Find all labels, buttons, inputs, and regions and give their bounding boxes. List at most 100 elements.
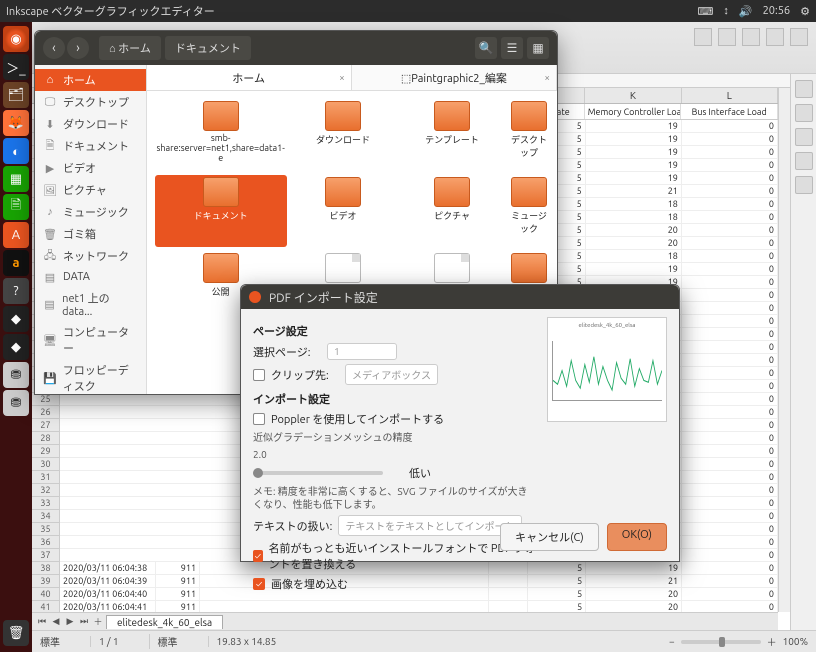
keyboard-icon[interactable]: ⌨ xyxy=(698,5,714,18)
sidebar-item[interactable]: ▤net1 上の data... xyxy=(35,287,146,321)
cell[interactable]: 0 xyxy=(682,406,778,418)
right-tool-icon[interactable] xyxy=(795,128,813,146)
clip-target-combo[interactable]: メディアボックス xyxy=(345,364,438,385)
zoom-in-icon[interactable]: ＋ xyxy=(767,634,777,649)
launcher-inkscape-icon[interactable]: ◆ xyxy=(3,306,29,332)
file-item[interactable]: デスクトップ xyxy=(509,99,549,171)
sheet-nav-prev-icon[interactable]: ◀ xyxy=(50,616,62,628)
row-header[interactable]: 28 xyxy=(32,432,59,445)
cell[interactable]: 0 xyxy=(682,393,778,405)
search-icon[interactable]: 🔍 xyxy=(475,37,497,59)
sidebar-item[interactable]: 🖵デスクトップ xyxy=(35,91,146,113)
sidebar-item[interactable]: 🖥コンピューター xyxy=(35,321,146,359)
cell[interactable]: 0 xyxy=(682,250,778,262)
sidebar-item[interactable]: 🖼ピクチャ xyxy=(35,179,146,201)
tab-home[interactable]: ホーム × xyxy=(147,65,352,90)
row-header[interactable]: 35 xyxy=(32,523,59,536)
cell[interactable]: 0 xyxy=(682,198,778,210)
row-header[interactable]: 30 xyxy=(32,458,59,471)
cell[interactable]: 0 xyxy=(682,120,778,132)
cell[interactable]: 0 xyxy=(682,146,778,158)
cell[interactable]: 18 xyxy=(586,211,682,223)
cell[interactable]: 0 xyxy=(682,159,778,171)
cell[interactable]: 0 xyxy=(682,224,778,236)
cell[interactable]: 20 xyxy=(586,224,682,236)
row-header[interactable]: 32 xyxy=(32,484,59,497)
cell[interactable]: 19 xyxy=(586,263,682,275)
clock[interactable]: 20:56 xyxy=(763,5,791,17)
zoom-slider[interactable] xyxy=(681,640,761,644)
file-manager-titlebar[interactable]: ‹ › ⌂ ホーム ドキュメント 🔍 ☰ ▦ xyxy=(35,31,557,65)
launcher-dash-icon[interactable]: ◉ xyxy=(3,26,29,52)
cell[interactable]: 0 xyxy=(682,328,778,340)
row-header[interactable]: 31 xyxy=(32,471,59,484)
cell[interactable]: 18 xyxy=(586,250,682,262)
launcher-software-icon[interactable]: A xyxy=(3,222,29,248)
nav-back-button[interactable]: ‹ xyxy=(43,37,65,59)
col-header[interactable]: K xyxy=(585,88,681,103)
cell[interactable]: 0 xyxy=(682,172,778,184)
volume-icon[interactable]: 🔊 xyxy=(739,5,753,18)
clip-checkbox[interactable] xyxy=(253,369,265,381)
settings-gear-icon[interactable]: ⚙ xyxy=(800,5,810,18)
launcher-app-icon[interactable]: ◆ xyxy=(3,334,29,360)
tab-close-icon[interactable]: × xyxy=(339,72,345,83)
cell[interactable]: 0 xyxy=(682,549,778,561)
ok-button[interactable]: OK(O) xyxy=(607,523,667,551)
col-header[interactable]: L xyxy=(682,88,778,103)
toolbar-icon[interactable] xyxy=(742,28,760,46)
toolbar-icon[interactable] xyxy=(790,28,808,46)
close-window-icon[interactable] xyxy=(249,291,261,303)
sidebar-item[interactable]: ⬇ダウンロード xyxy=(35,113,146,135)
launcher-libreoffice-calc-icon[interactable]: ▦ xyxy=(3,166,29,192)
cell[interactable]: 19 xyxy=(586,159,682,171)
network-icon[interactable]: ↕ xyxy=(723,5,729,17)
cell[interactable]: 0 xyxy=(682,432,778,444)
select-page-spinner[interactable]: 1 xyxy=(327,343,397,360)
sheet-nav-last-icon[interactable]: ⏭ xyxy=(78,616,90,628)
launcher-amazon-icon[interactable]: a xyxy=(3,250,29,276)
grid-view-icon[interactable]: ▦ xyxy=(527,37,549,59)
cell[interactable]: 0 xyxy=(682,133,778,145)
row-header[interactable]: 33 xyxy=(32,497,59,510)
cell[interactable]: 0 xyxy=(682,237,778,249)
zoom-control[interactable]: − ＋ 100% xyxy=(669,634,808,649)
sidebar-item[interactable]: 💾フロッピーディスク xyxy=(35,359,146,394)
cell[interactable]: 0 xyxy=(682,211,778,223)
sidebar-item[interactable]: 🗎ドキュメント xyxy=(35,135,146,157)
launcher-drive-icon[interactable]: ⛃ xyxy=(3,362,29,388)
cell[interactable]: 18 xyxy=(586,198,682,210)
tab-paintgraphic[interactable]: ⬚Paintgraphic2_編案 × xyxy=(352,65,557,90)
cell[interactable]: 0 xyxy=(682,289,778,301)
cell[interactable]: 0 xyxy=(682,341,778,353)
row-header[interactable]: 40 xyxy=(32,588,59,601)
cell[interactable]: 21 xyxy=(586,185,682,197)
row-header[interactable]: 34 xyxy=(32,510,59,523)
sidebar-item[interactable]: ▶ビデオ xyxy=(35,157,146,179)
cell[interactable]: 19 xyxy=(586,146,682,158)
row-header[interactable]: 27 xyxy=(32,419,59,432)
cell[interactable]: 0 xyxy=(682,523,778,535)
vertical-scrollbar[interactable] xyxy=(778,88,790,612)
cell[interactable]: 0 xyxy=(682,458,778,470)
cell[interactable]: 0 xyxy=(682,185,778,197)
file-item[interactable]: smb-share:server=net1,share=data1-e xyxy=(155,99,287,171)
cell[interactable]: 0 xyxy=(682,276,778,288)
cell[interactable]: 0 xyxy=(682,367,778,379)
sidebar-item[interactable]: ▤DATA xyxy=(35,267,146,287)
text-handling-combo[interactable]: テキストをテキストとしてインポート xyxy=(338,515,521,536)
launcher-libreoffice-writer-icon[interactable]: 🗎 xyxy=(3,194,29,220)
sheet-tab[interactable]: elitedesk_4k_60_elsa xyxy=(106,615,223,629)
zoom-out-icon[interactable]: − xyxy=(669,636,675,647)
cell[interactable]: 0 xyxy=(682,471,778,483)
right-tool-icon[interactable] xyxy=(795,104,813,122)
launcher-trash-icon[interactable]: 🗑 xyxy=(3,620,29,646)
right-tool-icon[interactable] xyxy=(795,80,813,98)
cell[interactable]: 0 xyxy=(682,445,778,457)
cancel-button[interactable]: キャンセル(C) xyxy=(500,523,599,551)
cell[interactable]: 0 xyxy=(682,497,778,509)
cell[interactable]: 20 xyxy=(586,237,682,249)
cell[interactable]: 0 xyxy=(682,354,778,366)
row-header[interactable]: 36 xyxy=(32,536,59,549)
precision-slider[interactable] xyxy=(253,471,383,475)
